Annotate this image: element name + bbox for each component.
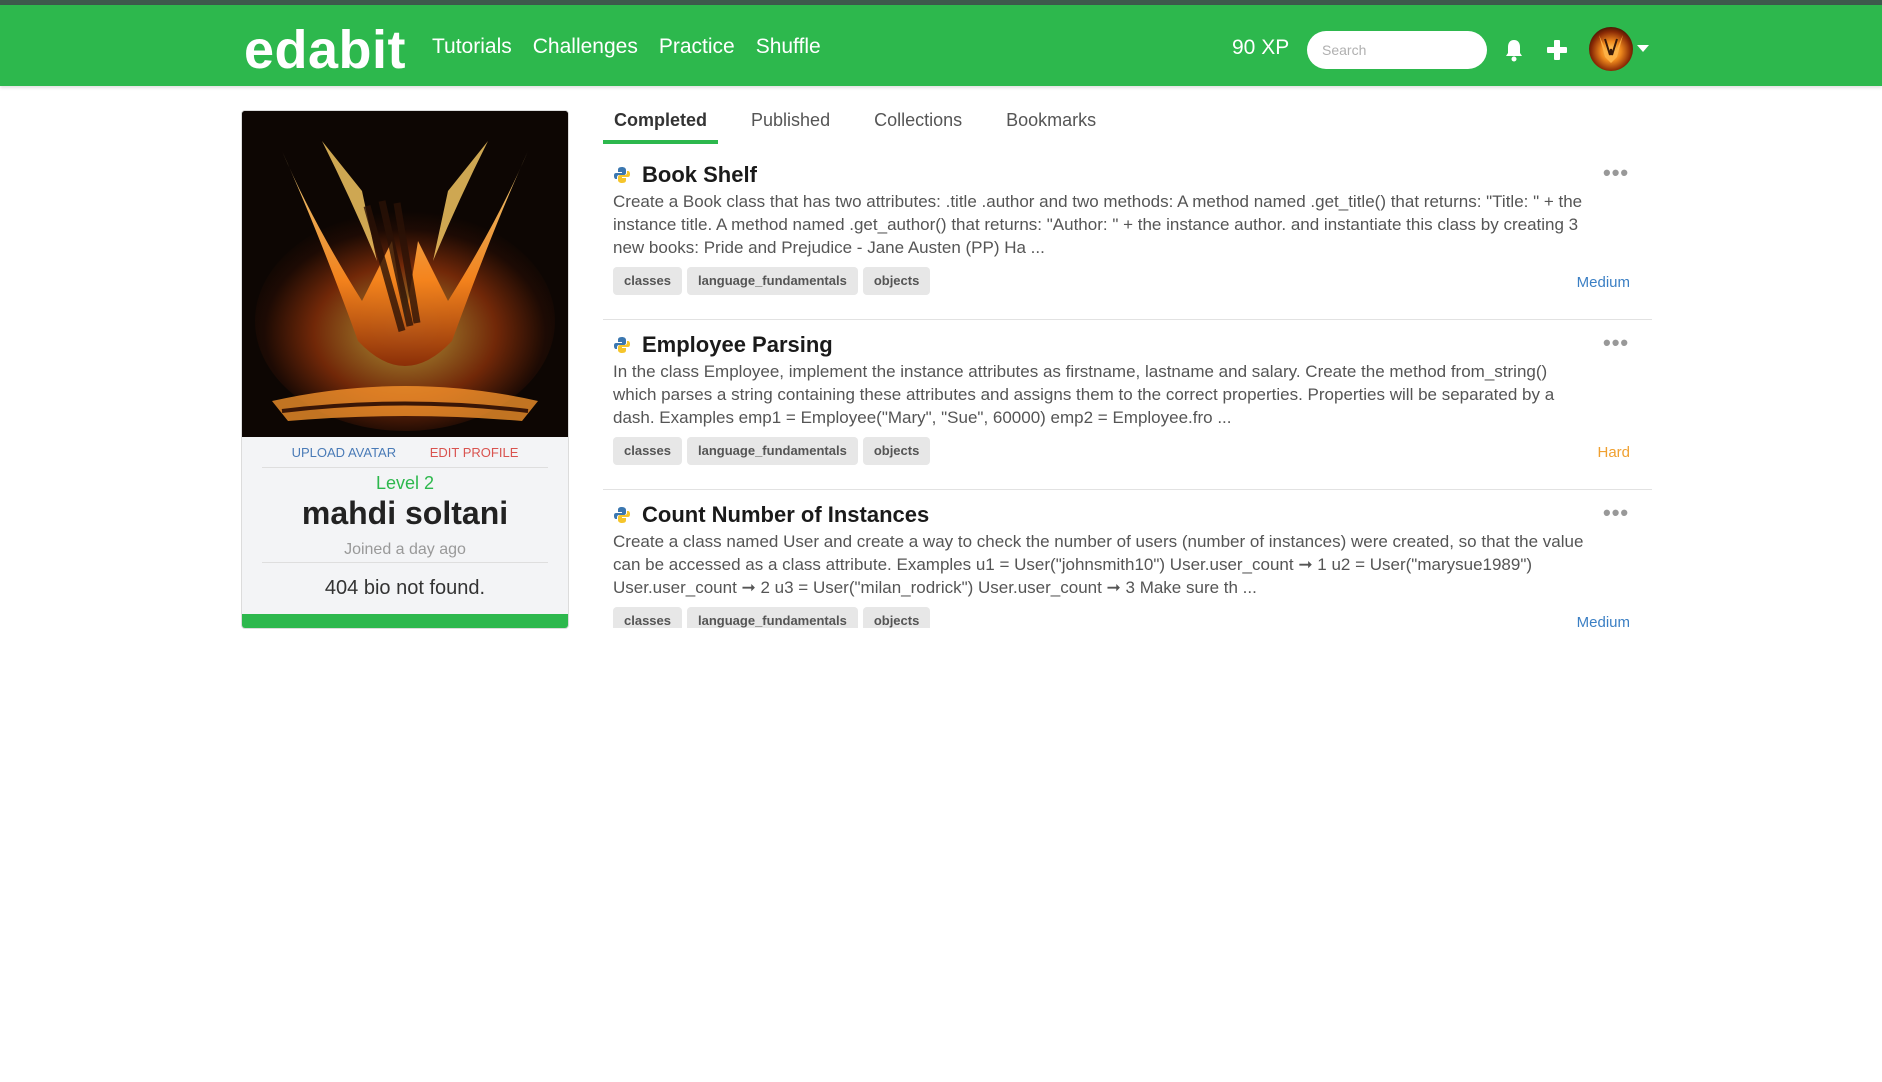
caret-down-icon[interactable] <box>1637 45 1649 52</box>
edit-label: EDIT <box>429 445 463 460</box>
python-icon <box>614 167 630 183</box>
navbar: edabit Tutorials Challenges Practice Shu… <box>0 5 1882 86</box>
challenge-description: Create a class named User and create a w… <box>613 532 1584 597</box>
profile-avatar <box>242 111 568 437</box>
tab-collections[interactable]: Collections <box>863 106 973 144</box>
user-avatar[interactable] <box>1589 27 1633 71</box>
list-clip <box>603 628 1652 658</box>
tag[interactable]: objects <box>862 437 931 465</box>
python-icon <box>614 337 630 353</box>
more-options-icon[interactable]: ••• <box>1603 330 1629 356</box>
search-input[interactable] <box>1307 31 1487 69</box>
tab-published[interactable]: Published <box>740 106 841 144</box>
nav-shuffle[interactable]: Shuffle <box>756 33 821 61</box>
challenge-item: Book Shelf ••• Create a Book class that … <box>603 150 1652 320</box>
profile-label: PROFILE <box>462 445 519 460</box>
challenge-title[interactable]: Employee Parsing <box>642 332 833 358</box>
tab-completed[interactable]: Completed <box>603 106 719 144</box>
profile-card: UPLOAD AVATAR EDIT PROFILE Level 2 mahdi… <box>241 110 569 629</box>
divider <box>262 562 548 563</box>
nav-practice[interactable]: Practice <box>659 33 735 61</box>
challenge-title[interactable]: Book Shelf <box>642 162 757 188</box>
difficulty-label: Medium <box>1576 274 1630 291</box>
joined-date: Joined a day ago <box>344 541 466 558</box>
more-options-icon[interactable]: ••• <box>1603 160 1629 186</box>
tag[interactable]: objects <box>862 267 931 295</box>
upload-avatar-link[interactable]: UPLOAD AVATAR <box>292 445 397 460</box>
nav-challenges[interactable]: Challenges <box>533 33 638 61</box>
plus-icon[interactable] <box>1545 38 1569 62</box>
user-bio: 404 bio not found. <box>324 577 486 599</box>
nav-links: Tutorials Challenges Practice Shuffle <box>432 33 842 61</box>
profile-actions: UPLOAD AVATAR EDIT PROFILE <box>242 445 568 460</box>
challenge-title[interactable]: Count Number of Instances <box>642 502 929 528</box>
challenge-description: In the class Employee, implement the ins… <box>613 362 1555 427</box>
challenge-item: Employee Parsing ••• In the class Employ… <box>603 320 1652 490</box>
challenge-description: Create a Book class that has two attribu… <box>613 192 1583 257</box>
challenge-tags: classes language_fundamentals objects <box>613 437 935 465</box>
tag[interactable]: language_fundamentals <box>687 267 858 295</box>
challenge-list: Book Shelf ••• Create a Book class that … <box>603 150 1652 660</box>
tag[interactable]: classes <box>613 437 682 465</box>
tag[interactable]: language_fundamentals <box>687 437 858 465</box>
user-name: mahdi soltani <box>301 495 509 531</box>
profile-tabs: Completed Published Collections Bookmark… <box>603 106 1129 144</box>
bell-icon[interactable] <box>1504 38 1524 62</box>
card-footer-bar <box>242 614 568 628</box>
xp-counter: 90 XP <box>1232 36 1290 59</box>
edit-profile-link[interactable]: EDIT PROFILE <box>430 445 519 460</box>
challenge-tags: classes language_fundamentals objects <box>613 267 935 295</box>
tag[interactable]: classes <box>613 267 682 295</box>
difficulty-label: Hard <box>1597 444 1630 461</box>
logo[interactable]: edabit <box>244 19 406 81</box>
divider <box>262 467 548 468</box>
nav-tutorials[interactable]: Tutorials <box>432 33 512 61</box>
tab-bookmarks[interactable]: Bookmarks <box>995 106 1107 144</box>
more-options-icon[interactable]: ••• <box>1603 500 1629 526</box>
user-level: Level 2 <box>375 473 435 493</box>
python-icon <box>614 507 630 523</box>
